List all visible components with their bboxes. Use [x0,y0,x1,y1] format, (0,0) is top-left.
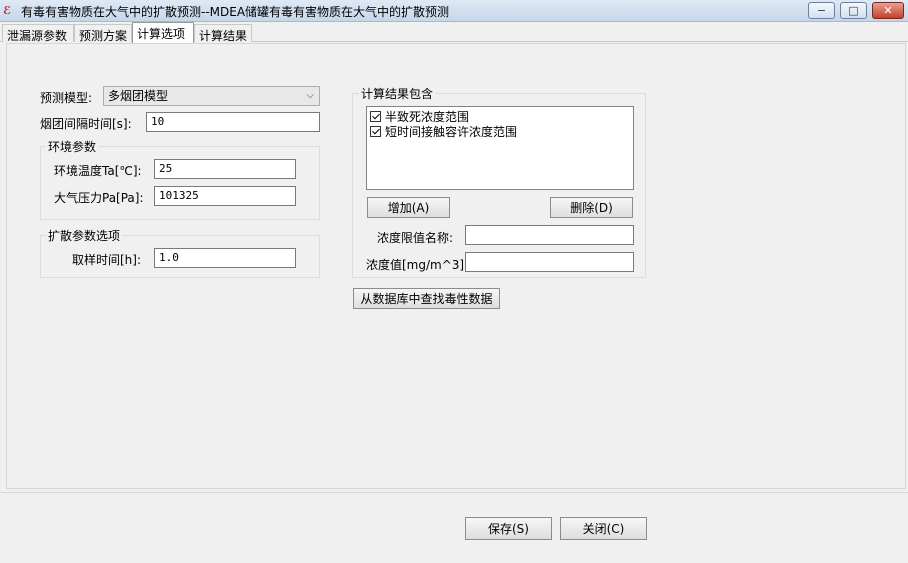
window-title: 有毒有害物质在大气中的扩散预测--MDEA储罐有毒有害物质在大气中的扩散预测 [21,5,450,19]
chevron-down-icon: ⌵ [306,90,314,101]
interval-label: 烟团间隔时间[s]: [40,117,132,131]
sample-time-input[interactable]: 1.0 [154,248,296,268]
maximize-button[interactable]: □ [840,2,867,19]
results-group-title: 计算结果包含 [359,85,436,102]
temperature-label: 环境温度Ta[℃]: [54,164,142,178]
list-item-label: 短时间接触容许浓度范围 [385,125,518,139]
concentration-label: 浓度值[mg/m^3]: [366,258,469,272]
tab-prediction-plan[interactable]: 预测方案 [74,24,132,43]
footer-bar [0,492,908,563]
close-dialog-button[interactable]: 关闭(C) [560,517,647,540]
close-icon: ✕ [883,4,893,17]
tab-calc-results[interactable]: 计算结果 [194,24,252,43]
delete-button-label: 删除(D) [570,201,613,215]
concentration-input[interactable] [465,252,634,272]
close-button[interactable]: ✕ [872,2,904,19]
results-listbox[interactable]: 半致死浓度范围 短时间接触容许浓度范围 [366,106,634,190]
tab-leak-source[interactable]: 泄漏源参数 [2,24,74,43]
model-select[interactable]: 多烟团模型 ⌵ [103,86,320,106]
interval-input[interactable]: 10 [146,112,320,132]
close-dialog-label: 关闭(C) [582,522,625,536]
checkbox-checked-icon[interactable] [370,111,381,122]
add-button[interactable]: 增加(A) [367,197,450,218]
env-params-group [40,146,320,220]
save-button[interactable]: 保存(S) [465,517,552,540]
env-params-title: 环境参数 [46,138,99,155]
diffusion-params-title: 扩散参数选项 [46,227,123,244]
model-label: 预测模型: [40,91,93,105]
checkbox-checked-icon[interactable] [370,126,381,137]
list-item[interactable]: 短时间接触容许浓度范围 [370,124,633,139]
minimize-button[interactable]: − [808,2,835,19]
sample-time-label: 取样时间[h]: [72,253,142,267]
model-select-value: 多烟团模型 [108,89,169,103]
lookup-toxicity-label: 从数据库中查找毒性数据 [360,292,493,306]
tab-calc-options[interactable]: 计算选项 [132,22,194,43]
maximize-icon: □ [848,4,859,17]
list-item[interactable]: 半致死浓度范围 [370,109,633,124]
pressure-input[interactable]: 101325 [154,186,296,206]
app-icon: ℰ [3,4,12,17]
minimize-icon: − [816,4,827,17]
pressure-label: 大气压力Pa[Pa]: [54,191,144,205]
limit-name-input[interactable] [465,225,634,245]
temperature-input[interactable]: 25 [154,159,296,179]
lookup-toxicity-button[interactable]: 从数据库中查找毒性数据 [353,288,500,309]
save-button-label: 保存(S) [488,522,529,536]
delete-button[interactable]: 删除(D) [550,197,633,218]
add-button-label: 增加(A) [387,201,430,215]
limit-name-label: 浓度限值名称: [377,231,454,245]
